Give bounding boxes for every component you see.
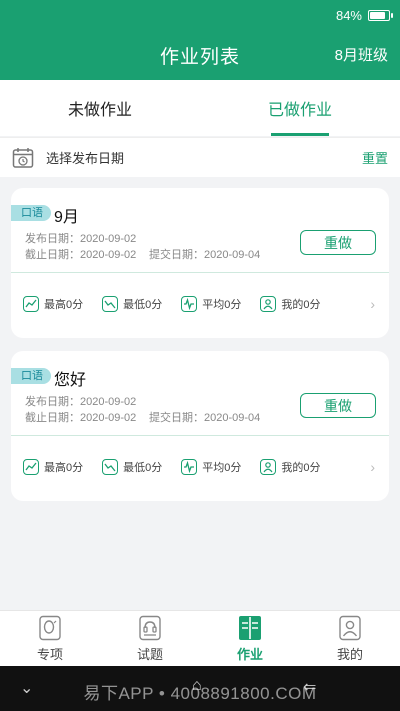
tab-undone[interactable]: 未做作业 [0,80,200,136]
homework-card[interactable]: 口语 您好 发布日期：2020-09-02 截止日期：2020-09-02 提交… [11,351,389,501]
nav-special[interactable]: 专项 [0,611,100,666]
system-nav-bar: ⌄ ⌂ ⇐ 易下APP • 4008891800.COM [0,666,400,711]
publish-date: 发布日期：2020-09-02 [25,233,137,245]
date-filter-bar: 选择发布日期 重置 [0,137,400,177]
status-bar: 84% [335,6,393,24]
stat-mine: 我的0分 [260,459,321,475]
exam-icon [139,615,161,640]
redo-button[interactable]: 重做 [300,230,376,255]
highest-score-icon [23,459,39,475]
stat-highest: 最高0分 [23,296,83,312]
chevron-right-icon[interactable]: › [370,459,375,475]
profile-icon [339,615,361,640]
my-score-icon [260,296,277,312]
stat-lowest: 最低0分 [102,296,162,312]
homework-name: 您好 [54,372,87,389]
stat-lowest: 最低0分 [102,459,162,475]
my-score-icon [260,459,277,475]
homework-name: 9月 [54,209,79,226]
submit-date: 提交日期：2020-09-04 [149,249,261,261]
average-score-icon [181,296,198,312]
publish-date: 发布日期：2020-09-02 [25,396,137,408]
deadline-date: 截止日期：2020-09-02 [25,249,137,261]
average-score-icon [181,459,198,475]
reset-button[interactable]: 重置 [362,148,388,167]
stat-average: 平均0分 [181,296,241,312]
nav-profile[interactable]: 我的 [300,611,400,666]
watermark: 易下APP • 4008891800.COM [83,684,317,703]
battery-icon [368,9,393,21]
homework-icon [239,615,261,640]
nav-label: 作业 [236,646,263,662]
stat-highest: 最高0分 [23,459,83,475]
stat-label: 最高0分 [44,462,84,474]
class-selector[interactable]: 8月班级 [335,44,388,65]
special-icon [39,615,61,640]
stat-mine: 我的0分 [260,296,321,312]
lowest-score-icon [102,296,119,312]
calendar-icon[interactable] [12,147,34,169]
nav-label: 试题 [136,646,163,662]
stat-average: 平均0分 [181,459,241,475]
stat-label: 平均0分 [202,462,242,474]
chevron-right-icon[interactable]: › [370,296,375,312]
redo-button[interactable]: 重做 [300,393,376,418]
tab-done[interactable]: 已做作业 [200,80,400,136]
app-header: 84% 作业列表 8月班级 [0,0,400,80]
lowest-score-icon [102,459,119,475]
homework-card[interactable]: 口语 9月 发布日期：2020-09-02 截止日期：2020-09-02 提交… [11,188,389,338]
nav-label: 我的 [336,646,363,662]
battery-percent: 84% [335,7,362,23]
stat-label: 我的0分 [281,462,321,474]
divider [11,435,389,436]
submit-date: 提交日期：2020-09-04 [149,412,261,424]
highest-score-icon [23,296,39,312]
bottom-nav: 专项 试题 作业 我的 [0,610,400,666]
select-date-button[interactable]: 选择发布日期 [46,148,362,167]
divider [11,272,389,273]
stat-label: 平均0分 [202,299,242,311]
nav-homework[interactable]: 作业 [200,611,300,666]
stat-label: 最低0分 [123,462,163,474]
stat-label: 我的0分 [281,299,321,311]
type-tag: 口语 [11,205,51,221]
homework-tabs: 未做作业 已做作业 [0,80,400,136]
deadline-date: 截止日期：2020-09-02 [25,412,137,424]
type-tag: 口语 [11,368,51,384]
stat-label: 最高0分 [44,299,84,311]
stat-label: 最低0分 [123,299,163,311]
nav-label: 专项 [36,646,63,662]
score-stats: 最高0分 最低0分 平均0分 我的0分 › [23,459,375,475]
score-stats: 最高0分 最低0分 平均0分 我的0分 › [23,296,375,312]
nav-exam[interactable]: 试题 [100,611,200,666]
